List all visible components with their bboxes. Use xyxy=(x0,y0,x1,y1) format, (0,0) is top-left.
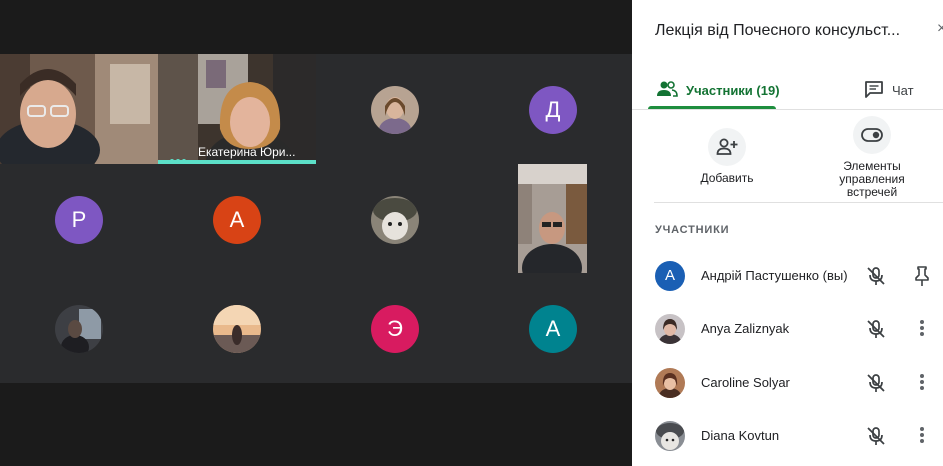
avatar: А xyxy=(655,261,685,291)
participant-row[interactable]: Caroline Solyar xyxy=(632,356,943,410)
participant-letter-avatar[interactable]: Э xyxy=(371,305,419,353)
avatar-photo xyxy=(655,368,685,398)
video-tile-self[interactable] xyxy=(0,54,158,164)
participant-letter-avatar[interactable]: Р xyxy=(55,196,103,244)
participant-letter-avatar[interactable]: Д xyxy=(529,86,577,134)
participant-row[interactable]: Diana Kovtun xyxy=(632,409,943,463)
participant-photo-avatar[interactable] xyxy=(213,305,261,353)
participant-video xyxy=(518,164,587,273)
stage-top-bar xyxy=(0,0,632,54)
chat-icon xyxy=(864,80,884,101)
avatar xyxy=(213,305,261,353)
tab-participants[interactable]: Участники (19) xyxy=(656,72,780,108)
participant-photo-avatar[interactable] xyxy=(371,86,419,134)
side-panel: Лекція від Почесного консульст... × Учас… xyxy=(632,0,943,466)
people-icon xyxy=(656,80,678,100)
pin-icon[interactable] xyxy=(912,265,932,287)
tab-chat-label: Чат xyxy=(892,82,914,98)
add-label: Добавить xyxy=(700,171,754,185)
avatar xyxy=(371,196,419,244)
avatar xyxy=(655,421,685,451)
add-people-button[interactable]: Добавить xyxy=(682,128,772,185)
controls-label: Элементы управления встречей xyxy=(817,160,927,199)
mic-off-icon[interactable] xyxy=(865,372,887,394)
video-tile-participant[interactable] xyxy=(518,164,587,273)
tab-divider xyxy=(632,109,943,110)
speaker-name: Екатерина Юри... xyxy=(198,145,296,159)
avatar xyxy=(655,314,685,344)
participant-video xyxy=(0,54,158,164)
tab-chat[interactable]: Чат xyxy=(864,72,914,108)
avatar xyxy=(55,305,103,353)
mic-off-icon[interactable] xyxy=(865,425,887,447)
tab-participants-label: Участники (19) xyxy=(686,82,780,98)
mic-off-icon[interactable] xyxy=(865,265,887,287)
participant-photo-avatar[interactable] xyxy=(55,305,103,353)
stage-bottom-bar xyxy=(0,383,632,466)
mic-off-icon[interactable] xyxy=(865,318,887,340)
speaking-indicator xyxy=(158,160,316,164)
meeting-title: Лекція від Почесного консульст... xyxy=(655,22,901,39)
more-vert-icon[interactable] xyxy=(912,318,932,340)
toggle-icon xyxy=(853,116,891,154)
participant-letter-avatar[interactable]: А xyxy=(213,196,261,244)
more-vert-icon[interactable] xyxy=(912,372,932,394)
close-icon[interactable]: × xyxy=(937,20,943,38)
participant-name: Diana Kovtun xyxy=(701,428,780,443)
participant-row[interactable]: А Андрій Пастушенко (вы) xyxy=(632,249,943,303)
participant-letter-avatar[interactable]: А xyxy=(529,305,577,353)
participant-photo-avatar[interactable] xyxy=(371,196,419,244)
video-stage: Екатерина Юри... Д Р А Э А xyxy=(0,0,632,466)
participant-row[interactable]: Anya Zaliznyak xyxy=(632,302,943,356)
controls-label-line: встречей xyxy=(846,185,898,199)
avatar xyxy=(655,368,685,398)
section-divider xyxy=(654,202,943,203)
more-vert-icon[interactable] xyxy=(912,425,932,447)
meeting-controls-button[interactable]: Элементы управления встречей xyxy=(817,116,927,199)
meet-window: Екатерина Юри... Д Р А Э А Лекція від По… xyxy=(0,0,943,466)
avatar-photo xyxy=(655,421,685,451)
add-person-icon xyxy=(708,128,746,166)
avatar-photo xyxy=(655,314,685,344)
participant-name: Caroline Solyar xyxy=(701,375,790,390)
participant-name: Андрій Пастушенко (вы) xyxy=(701,268,848,283)
video-tile-speaker[interactable]: Екатерина Юри... xyxy=(158,54,316,164)
avatar xyxy=(371,86,419,134)
participant-name: Anya Zaliznyak xyxy=(701,321,790,336)
participants-section-label: УЧАСТНИКИ xyxy=(655,224,730,236)
